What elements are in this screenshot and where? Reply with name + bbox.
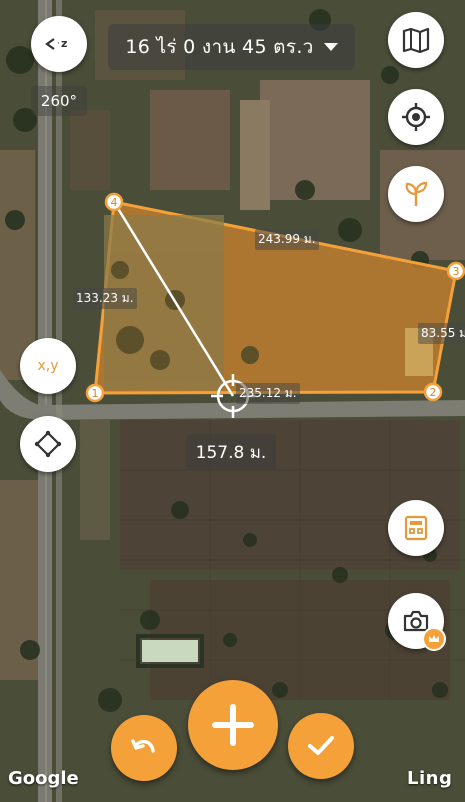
locate-button[interactable] — [388, 89, 444, 145]
vertex-4[interactable]: 4 — [104, 192, 124, 212]
confirm-button[interactable] — [288, 713, 354, 779]
vertex-4-label: 4 — [111, 196, 118, 209]
heading-readout: 260° — [31, 86, 87, 116]
brand-label: Ling — [407, 768, 453, 789]
vertex-3-label: 3 — [453, 265, 460, 278]
crown-icon — [422, 627, 446, 651]
map-icon — [402, 27, 430, 53]
angle-button[interactable]: · z — [31, 16, 87, 72]
calculator-button[interactable] — [388, 500, 444, 556]
vertex-3[interactable]: 3 — [446, 261, 465, 281]
area-value: 16 ไร่ 0 งาน 45 ตร.ว — [125, 36, 314, 58]
coordinates-button[interactable]: x,y — [20, 338, 76, 394]
calculator-icon — [404, 515, 428, 541]
check-icon — [308, 736, 334, 755]
sprout-icon — [405, 181, 428, 206]
google-attribution: Google — [8, 768, 79, 789]
plus-icon — [212, 704, 254, 746]
segment-1-2-length: 235.12 ม. — [236, 383, 300, 404]
diamond-icon — [34, 430, 62, 458]
camera-button[interactable] — [388, 593, 446, 651]
measure-distance: 157.8 ม. — [186, 434, 276, 470]
segment-4-1-length: 133.23 ม. — [73, 288, 137, 309]
svg-text:·: · — [57, 39, 60, 49]
vertex-1[interactable]: 1 — [85, 383, 105, 403]
locate-icon — [402, 103, 430, 131]
undo-icon — [131, 739, 155, 753]
shape-button[interactable] — [20, 416, 76, 472]
chevron-down-icon — [323, 43, 338, 51]
vertex-1-label: 1 — [92, 387, 99, 400]
xy-icon: x,y — [37, 358, 59, 374]
map-layers-button[interactable] — [388, 12, 444, 68]
undo-button[interactable] — [111, 715, 177, 781]
segment-2-3-length: 83.55 ม. — [418, 323, 465, 344]
angle-icon: · z — [45, 37, 67, 50]
segment-3-4-length: 243.99 ม. — [255, 229, 319, 250]
plant-button[interactable] — [388, 166, 444, 222]
vertex-2[interactable]: 2 — [423, 382, 443, 402]
vertex-2-label: 2 — [430, 386, 437, 399]
svg-text:z: z — [61, 37, 67, 50]
add-point-button[interactable] — [188, 680, 278, 770]
area-dropdown[interactable]: 16 ไร่ 0 งาน 45 ตร.ว — [108, 24, 355, 70]
